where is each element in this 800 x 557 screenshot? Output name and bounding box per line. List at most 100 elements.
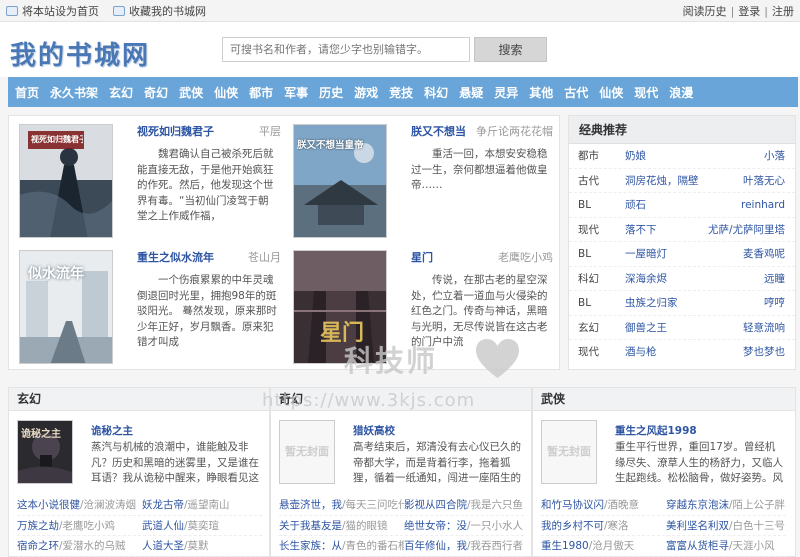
set-home-label[interactable]: 将本站设为首页 <box>22 3 99 19</box>
search-button[interactable]: 搜索 <box>474 37 547 62</box>
book-author[interactable]: 争斤论两花花帽 <box>476 123 553 139</box>
list-item: 古代 洞房花烛，隔壁 叶落无心 <box>569 169 795 194</box>
book-cover[interactable]: 朕又不想当皇帝 <box>293 124 387 238</box>
nav-item[interactable]: 仙侠 <box>599 84 623 101</box>
author-link[interactable]: 小落 <box>764 144 785 169</box>
nav-item[interactable]: 灵异 <box>494 84 518 101</box>
nav-item[interactable]: 其他 <box>529 84 553 101</box>
book-link[interactable]: 妖龙古帝/遥望南山 <box>142 495 262 515</box>
genre-title[interactable]: 玄幻 <box>9 388 269 411</box>
book-name: 百年修仙，我 <box>404 540 467 552</box>
nav-item[interactable]: 竞技 <box>389 84 413 101</box>
book-link[interactable]: 一屋暗灯 <box>625 242 667 267</box>
book-link[interactable]: 穿越东京泡沫/陌上公子胖 <box>666 495 786 515</box>
top-bar-left: 将本站设为首页 收藏我的书城网 <box>6 0 220 22</box>
book-author: /爱潜水的乌贼 <box>59 540 126 552</box>
book-link[interactable]: 虫族之归家 <box>625 291 678 316</box>
author-link[interactable]: 哼哼 <box>764 291 785 316</box>
nav-item[interactable]: 首页 <box>15 84 39 101</box>
book-cover[interactable]: 视死如归魏君子 <box>19 124 113 238</box>
nav-item[interactable]: 军事 <box>284 84 308 101</box>
nav-item[interactable]: 都市 <box>249 84 273 101</box>
book-link[interactable]: 和竹马协议闪/酒晚意 <box>541 495 666 515</box>
nav-item[interactable]: 武侠 <box>179 84 203 101</box>
book-title[interactable]: 重生之风起1998 <box>615 423 697 438</box>
category-label: 都市 <box>578 150 599 162</box>
book-title[interactable]: 猎妖高校 <box>353 423 395 438</box>
login-link[interactable]: 登录 <box>738 3 760 19</box>
book-name: 人道大圣 <box>142 540 184 552</box>
book-author[interactable]: 苍山月 <box>248 249 281 265</box>
book-link[interactable]: 酒与枪 <box>625 340 657 365</box>
bookmark-link[interactable]: 收藏我的书城网 <box>113 3 206 19</box>
book-author[interactable]: 平层 <box>259 123 281 139</box>
book-link[interactable]: 百年修仙，我/我吞西行者 <box>404 536 524 556</box>
book-cover-placeholder[interactable]: 暂无封面 <box>279 420 335 484</box>
book-description: 传说，在那古老的星空深处，伫立着一道血与火侵染的红色之门。传奇与神话，黑暗与光明… <box>411 274 548 348</box>
book-link[interactable]: 长生家族：从/青色的番石榴 <box>279 536 404 556</box>
book-link[interactable]: 宿命之环/爱潜水的乌贼 <box>17 536 142 556</box>
history-link[interactable]: 阅读历史 <box>683 3 727 19</box>
author-link[interactable]: 尤萨/尤萨阿里塔 <box>708 218 785 243</box>
nav-item[interactable]: 玄幻 <box>109 84 133 101</box>
book-title[interactable]: 诡秘之主 <box>91 423 133 438</box>
book-title[interactable]: 朕又不想当 <box>411 123 466 139</box>
book-author: /青色的番石榴 <box>342 540 404 552</box>
genre-title[interactable]: 武侠 <box>533 388 795 411</box>
author-link[interactable]: 叶落无心 <box>743 169 785 194</box>
book-author: /我是六只鱼 <box>467 499 524 511</box>
book-link[interactable]: 武道人仙/莫奕瑄 <box>142 516 262 536</box>
book-cover[interactable]: 诡秘之主 <box>17 420 73 484</box>
site-logo[interactable]: 我的书城网 <box>10 35 150 72</box>
book-link[interactable]: 美利坚名利双/白色十三号 <box>666 516 786 536</box>
book-description: 蒸汽与机械的浪潮中，谁能触及非凡？历史和黑暗的迷雾里，又是谁在耳语？我从诡秘中醒… <box>91 441 259 484</box>
author-link[interactable]: reinhard <box>741 193 785 218</box>
book-name: 关于我基友是 <box>279 519 342 532</box>
set-home-link[interactable]: 将本站设为首页 <box>6 3 99 19</box>
book-link[interactable]: 这本小说很健/沧澜波涛烟 <box>17 495 142 515</box>
book-title[interactable]: 重生之似水流年 <box>137 249 214 265</box>
nav-item[interactable]: 科幻 <box>424 84 448 101</box>
book-cover[interactable]: 星门 <box>293 250 387 364</box>
nav-item[interactable]: 浪漫 <box>669 84 693 101</box>
nav-item[interactable]: 奇幻 <box>144 84 168 101</box>
book-cover-placeholder[interactable]: 暂无封面 <box>541 420 597 484</box>
nav-item[interactable]: 仙侠 <box>214 84 238 101</box>
category-label: BL <box>578 199 592 211</box>
book-link[interactable]: 关于我基友是/猫的眼镜 <box>279 516 404 536</box>
author-link[interactable]: 轻意流响 <box>743 316 785 341</box>
author-link[interactable]: 梦也梦也 <box>743 340 785 365</box>
nav-item[interactable]: 古代 <box>564 84 588 101</box>
book-link[interactable]: 落不下 <box>625 218 657 243</box>
book-link[interactable]: 重生1980/沧月傲天 <box>541 536 666 556</box>
nav-item[interactable]: 历史 <box>319 84 343 101</box>
genre-title[interactable]: 奇幻 <box>271 388 531 411</box>
book-link[interactable]: 洞房花烛，隔壁 <box>625 169 699 194</box>
book-link[interactable]: 绝世女帝：没/一只小水人 <box>404 516 524 536</box>
bookmark-label[interactable]: 收藏我的书城网 <box>129 3 206 19</box>
search-input[interactable] <box>222 37 470 62</box>
book-link[interactable]: 御兽之王 <box>625 316 667 341</box>
book-link[interactable]: 深海余烬 <box>625 267 667 292</box>
author-link[interactable]: 远瞳 <box>764 267 785 292</box>
book-author[interactable]: 老鹰吃小鸡 <box>498 249 553 265</box>
author-link[interactable]: 麦香鸡呢 <box>743 242 785 267</box>
book-link[interactable]: 悬壶济世，我/每天三问吃什 <box>279 495 404 515</box>
nav-item[interactable]: 现代 <box>634 84 658 101</box>
book-title[interactable]: 视死如归魏君子 <box>137 123 214 139</box>
book-link[interactable]: 我的乡村不可/寒洛 <box>541 516 666 536</box>
book-link[interactable]: 影视从四合院/我是六只鱼 <box>404 495 524 515</box>
book-link[interactable]: 顽石 <box>625 193 646 218</box>
book-cover[interactable]: 似水流年 <box>19 250 113 364</box>
book-link[interactable]: 富富从货柜寻/天涯小风 <box>666 536 786 556</box>
nav-item[interactable]: 悬疑 <box>459 84 483 101</box>
register-link[interactable]: 注册 <box>772 3 794 19</box>
nav-item[interactable]: 游戏 <box>354 84 378 101</box>
book-link[interactable]: 万族之劫/老鹰吃小鸡 <box>17 516 142 536</box>
book-description: 高考结束后，郑清没有去心仪已久的帝都大学，而是背着行李，拖着狐狸，循着一纸通知，… <box>353 441 521 484</box>
book-link[interactable]: 奶娘 <box>625 144 646 169</box>
book-title[interactable]: 星门 <box>411 249 433 265</box>
nav-item[interactable]: 永久书架 <box>50 84 98 101</box>
category-label: 古代 <box>578 174 599 187</box>
book-link[interactable]: 人道大圣/莫默 <box>142 536 262 556</box>
